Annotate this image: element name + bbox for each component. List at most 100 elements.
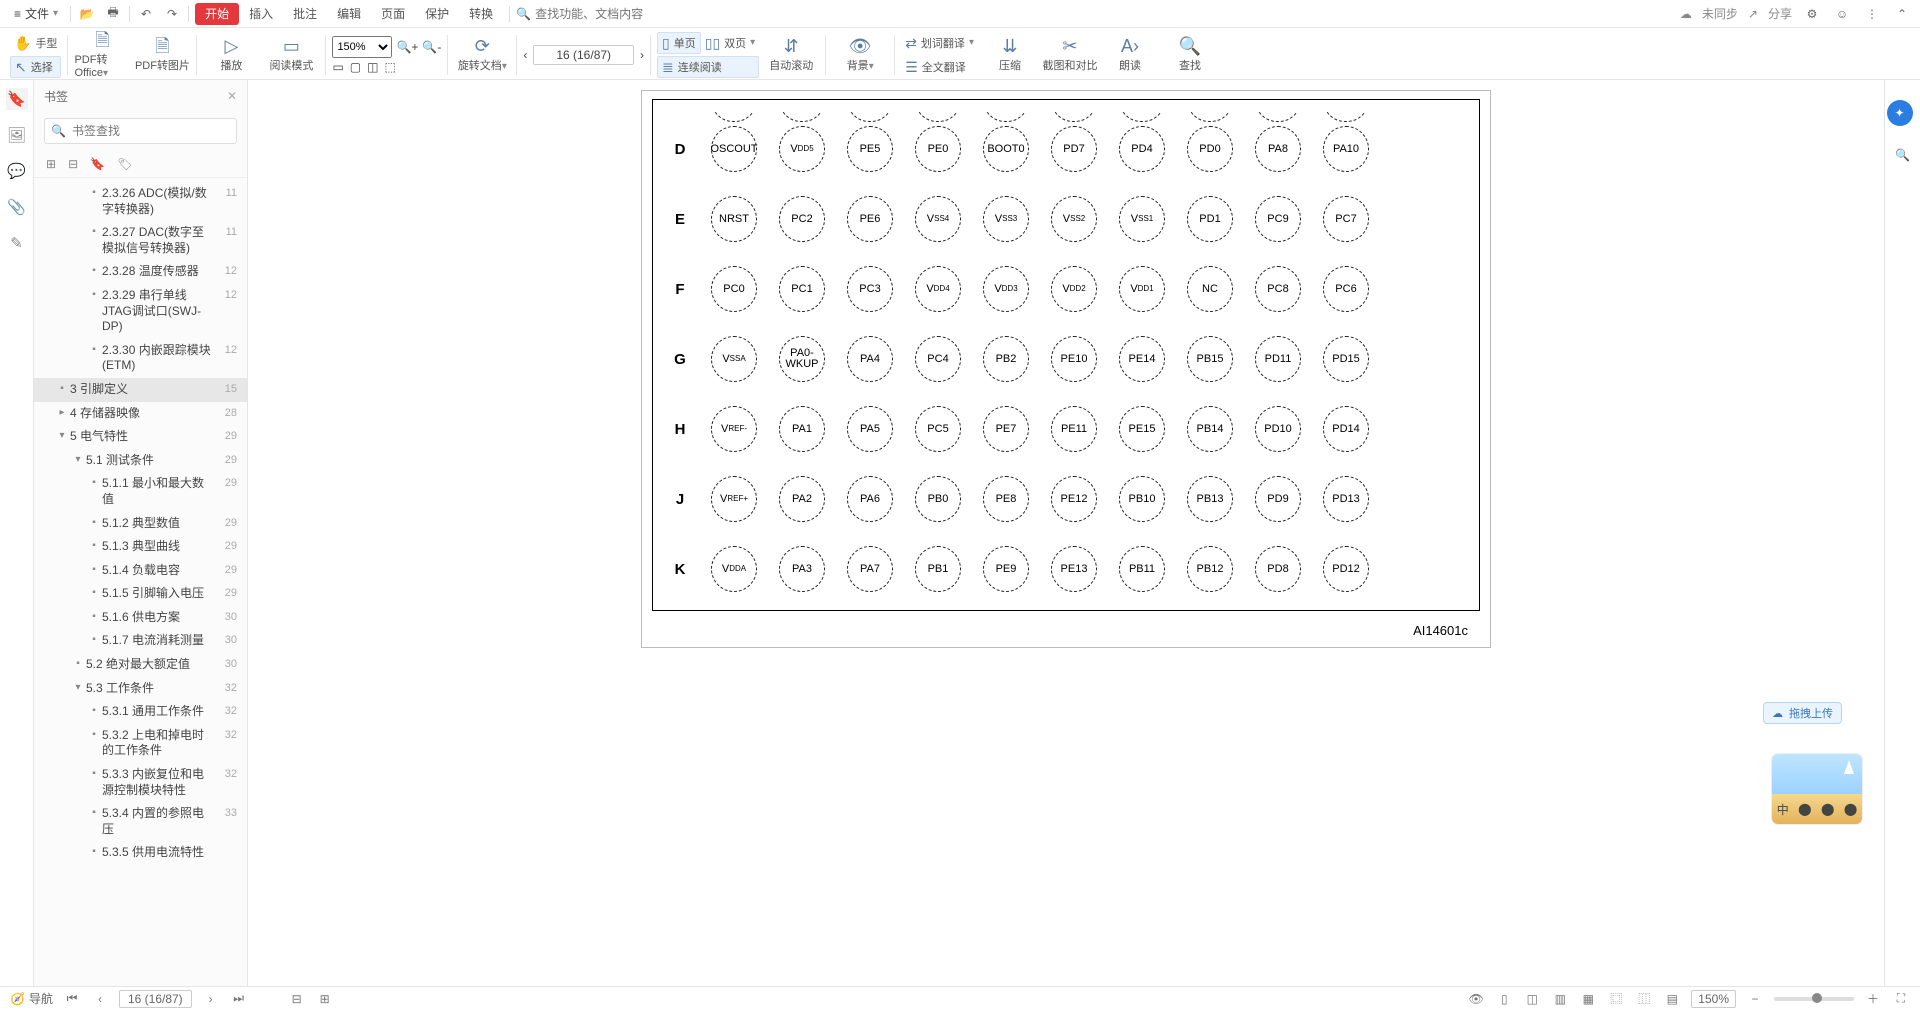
full-translate[interactable]: ☰全文翻译 bbox=[901, 56, 978, 78]
double-page[interactable]: ▯▯双页▾ bbox=[701, 32, 759, 54]
bookmark-row[interactable]: ▪5.1.2 典型数值29 bbox=[34, 512, 247, 536]
bookmark-row[interactable]: ▪2.3.27 DAC(数字至模拟信号转换器)11 bbox=[34, 221, 247, 260]
status-page-box[interactable]: 16 (16/87) bbox=[119, 990, 192, 1008]
attachments-icon[interactable]: 📎 bbox=[6, 196, 28, 218]
select-tool[interactable]: ↖选择 bbox=[10, 56, 61, 78]
upload-pill[interactable]: ☁ 拖拽上传 bbox=[1763, 702, 1842, 724]
bookmark-icon[interactable]: 🔖 bbox=[90, 157, 105, 171]
bookmark-row[interactable]: ▪2.3.28 温度传感器12 bbox=[34, 260, 247, 284]
bookmark-row[interactable]: ▪5.3.4 内置的参照电压33 bbox=[34, 802, 247, 841]
rotate-button[interactable]: ⟳旋转文档▾ bbox=[454, 32, 510, 78]
layout7-icon[interactable]: ▤ bbox=[1663, 990, 1681, 1008]
more-icon[interactable]: ⋮ bbox=[1862, 4, 1882, 24]
bookmark-row[interactable]: ▾5.3 工作条件32 bbox=[34, 677, 247, 701]
page-prev-icon[interactable]: ‹ bbox=[523, 48, 527, 62]
menu-tab-2[interactable]: 批注 bbox=[283, 3, 327, 25]
play-button[interactable]: ▷播放 bbox=[203, 32, 259, 78]
continuous-read[interactable]: ≣连续阅读 bbox=[657, 56, 759, 78]
layout1-icon[interactable]: ▯ bbox=[1495, 990, 1513, 1008]
bookmark-row[interactable]: ▪5.1.6 供电方案30 bbox=[34, 606, 247, 630]
bookmark-row[interactable]: ▪2.3.30 内嵌跟踪模块(ETM)12 bbox=[34, 339, 247, 378]
bookmark-row[interactable]: ▪5.1.4 负载电容29 bbox=[34, 559, 247, 583]
bookmark-row[interactable]: ▪5.2 绝对最大额定值30 bbox=[34, 653, 247, 677]
ai-badge-icon[interactable]: ✦ bbox=[1887, 100, 1913, 126]
single-page[interactable]: ▯单页 bbox=[657, 32, 701, 54]
collapse-icon[interactable]: ⌃ bbox=[1892, 4, 1912, 24]
undo-icon[interactable]: ↶ bbox=[136, 4, 156, 24]
zoom-slider[interactable] bbox=[1774, 997, 1854, 1001]
bookmark-row[interactable]: ▪2.3.26 ADC(模拟/数字转换器)11 bbox=[34, 182, 247, 221]
read-mode[interactable]: ▭阅读模式 bbox=[263, 32, 319, 78]
bookmark-row[interactable]: ▪2.3.29 串行单线JTAG调试口(SWJ-DP)12 bbox=[34, 284, 247, 339]
bookmark-row[interactable]: ▪5.1.3 典型曲线29 bbox=[34, 535, 247, 559]
expand-all-icon[interactable]: ⊞ bbox=[46, 157, 56, 171]
marquee-minus-icon[interactable]: ⊟ bbox=[288, 990, 306, 1008]
crop-compare[interactable]: ✂截图和对比 bbox=[1042, 32, 1098, 78]
thumbnails-icon[interactable]: 🖼 bbox=[6, 124, 28, 146]
auto-scroll[interactable]: ⇵自动滚动 bbox=[763, 32, 819, 78]
bookmarks-tab-icon[interactable]: 🔖 bbox=[6, 88, 28, 110]
menu-tab-1[interactable]: 插入 bbox=[239, 3, 283, 25]
layout3-icon[interactable]: ▥ bbox=[1551, 990, 1569, 1008]
bookmark-row[interactable]: ▪5.1.1 最小和最大数值29 bbox=[34, 472, 247, 511]
bookmark-row[interactable]: ▪5.3.1 通用工作条件32 bbox=[34, 700, 247, 724]
share-icon[interactable]: ↗ bbox=[1748, 7, 1758, 21]
comments-icon[interactable]: 💬 bbox=[6, 160, 28, 182]
zoom-minus-icon[interactable]: − bbox=[1746, 990, 1764, 1008]
layout5-icon[interactable]: ⿴ bbox=[1607, 990, 1625, 1008]
menu-tab-4[interactable]: 页面 bbox=[371, 3, 415, 25]
bookmark-row[interactable]: ▪5.3.5 供用电流特性 bbox=[34, 841, 247, 865]
document-viewport[interactable]: C DOSCOUTVDD5PE5PE0BOOT0PD7PD4PD0PA8PA10… bbox=[248, 80, 1884, 986]
background[interactable]: 👁背景▾ bbox=[832, 32, 888, 78]
fullscreen-icon[interactable]: ⛶ bbox=[1892, 990, 1910, 1008]
bookmarks-search[interactable]: 🔍 bbox=[44, 118, 237, 144]
eye-icon[interactable]: 👁 bbox=[1467, 990, 1485, 1008]
bookmark-row[interactable]: ▾5.1 测试条件29 bbox=[34, 449, 247, 473]
zoom-out-icon[interactable]: 🔍- bbox=[422, 40, 441, 54]
bookmarks-search-input[interactable] bbox=[72, 124, 230, 138]
close-icon[interactable]: ✕ bbox=[227, 89, 237, 103]
weather-widget[interactable]: 中⬤⬤⬤ bbox=[1772, 754, 1862, 824]
bookmark-row[interactable]: ▾5 电气特性29 bbox=[34, 425, 247, 449]
bookmark-row[interactable]: ▪5.1.7 电流消耗测量30 bbox=[34, 629, 247, 653]
hand-tool[interactable]: ✋手型 bbox=[10, 32, 61, 54]
fit-page-icon[interactable]: ▢ bbox=[350, 60, 361, 74]
bookmark-row[interactable]: ▪5.1.5 引脚输入电压29 bbox=[34, 582, 247, 606]
cloud-icon[interactable]: ☁ bbox=[1680, 7, 1692, 21]
print-icon[interactable]: 🖶 bbox=[103, 4, 123, 24]
status-zoom[interactable]: 150% bbox=[1691, 990, 1736, 1008]
menu-tab-5[interactable]: 保护 bbox=[415, 3, 459, 25]
search-tool-icon[interactable]: 🔍 bbox=[1895, 148, 1910, 162]
page-next-icon[interactable]: › bbox=[640, 48, 644, 62]
page-indicator[interactable]: 16 (16/87) bbox=[533, 45, 634, 65]
nav-icon[interactable]: 🧭 bbox=[10, 992, 25, 1006]
layout4-icon[interactable]: ▦ bbox=[1579, 990, 1597, 1008]
bookmark-row[interactable]: ▪5.3.2 上电和掉电时的工作条件32 bbox=[34, 724, 247, 763]
menu-tab-6[interactable]: 转换 bbox=[459, 3, 503, 25]
search-input[interactable] bbox=[535, 7, 695, 21]
fit-width-icon[interactable]: ▭ bbox=[332, 60, 343, 74]
edit-icon[interactable]: ✎ bbox=[6, 232, 28, 254]
zoom-in-icon[interactable]: 🔍+ bbox=[396, 40, 418, 54]
menu-tab-0[interactable]: 开始 bbox=[195, 3, 239, 25]
compress-button[interactable]: ⇊压缩 bbox=[982, 32, 1038, 78]
bookmark-row[interactable]: ▸4 存储器映像28 bbox=[34, 402, 247, 426]
bookmarks-tree[interactable]: ▪2.3.26 ADC(模拟/数字转换器)11▪2.3.27 DAC(数字至模拟… bbox=[34, 178, 247, 986]
smile-icon[interactable]: ☺ bbox=[1832, 4, 1852, 24]
zoom-plus-icon[interactable]: ＋ bbox=[1864, 990, 1882, 1008]
open-icon[interactable]: 📂 bbox=[77, 4, 97, 24]
next-page-icon[interactable]: › bbox=[202, 990, 220, 1008]
read-aloud[interactable]: A›朗读 bbox=[1102, 32, 1158, 78]
redo-icon[interactable]: ↷ bbox=[162, 4, 182, 24]
find-button[interactable]: 🔍查找 bbox=[1162, 32, 1218, 78]
file-menu[interactable]: ≡ 文件 ▾ bbox=[8, 3, 64, 24]
layout2-icon[interactable]: ◫ bbox=[1523, 990, 1541, 1008]
last-page-icon[interactable]: ⏭ bbox=[230, 990, 248, 1008]
collapse-all-icon[interactable]: ⊟ bbox=[68, 157, 78, 171]
global-search[interactable]: 🔍 bbox=[516, 7, 695, 21]
gear-icon[interactable]: ⚙ bbox=[1802, 4, 1822, 24]
dict-translate[interactable]: ⇄划词翻译▾ bbox=[901, 32, 978, 54]
pdf-to-office[interactable]: 🗎PDF转Office▾ bbox=[74, 32, 130, 78]
first-page-icon[interactable]: ⏮ bbox=[63, 990, 81, 1008]
bookmark-alt-icon[interactable]: 🏷 bbox=[117, 157, 132, 171]
